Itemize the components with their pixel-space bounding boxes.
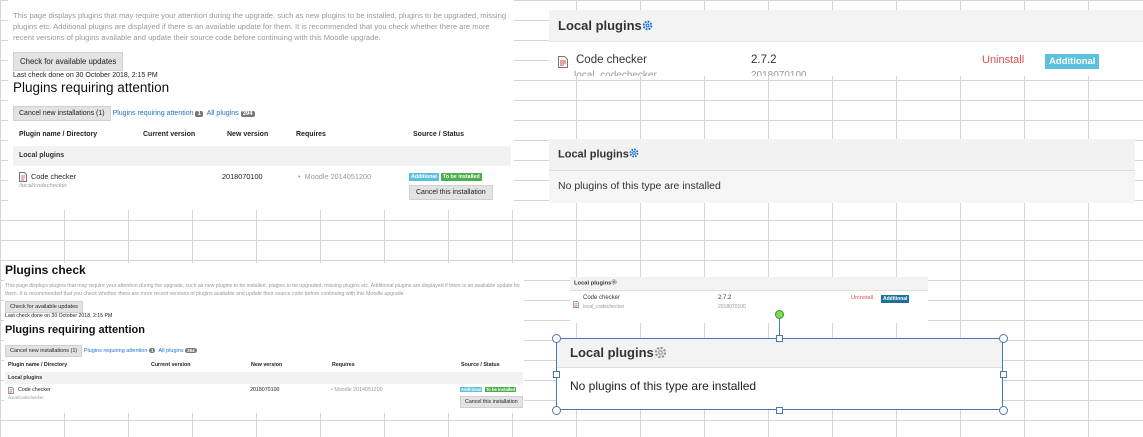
gear-icon[interactable]	[642, 19, 653, 34]
resize-handle-top[interactable]	[776, 335, 783, 342]
requires-text: Moodle 2014051200	[304, 172, 372, 181]
all-plugins-link[interactable]: All plugins	[159, 348, 184, 354]
gear-icon[interactable]	[629, 148, 639, 161]
additional-badge: Additional	[460, 387, 483, 392]
gear-icon[interactable]	[611, 279, 618, 287]
plugin-name: Code checker	[576, 54, 647, 66]
page-heading: Plugins requiring attention	[5, 324, 145, 336]
plugins-table-header: Plugin name / Directory Current version …	[13, 127, 513, 142]
intro-text: This page displays plugins that may requ…	[5, 283, 521, 297]
filter-bar: Cancel new installations (1) Plugins req…	[5, 345, 197, 357]
local-plugins-panel-small: Local plugins Code checker local_codeche…	[570, 277, 928, 323]
col-new-version: New version	[251, 361, 283, 368]
cancel-new-installations-button[interactable]: Cancel new installations (1)	[13, 106, 111, 121]
resize-handle-bottom-left[interactable]	[552, 406, 561, 415]
col-plugin-name: Plugin name / Directory	[19, 131, 98, 138]
document-icon	[558, 55, 568, 73]
document-icon	[573, 295, 579, 313]
page-title: Plugins check	[5, 263, 86, 277]
filter-bar: Cancel new installations (1) Plugins req…	[13, 106, 255, 121]
local-plugins-panel-installed: Local plugins Code checker local_codeche…	[549, 10, 1143, 76]
upgrade-screenshot-large: This page displays plugins that may requ…	[8, 0, 514, 210]
empty-message: No plugins of this type are installed	[570, 379, 757, 393]
to-be-installed-badge: To be installed	[485, 387, 517, 392]
plugin-dir: local_codechecker	[574, 70, 657, 76]
requires-item: • Moodle 2014051200	[298, 172, 372, 181]
empty-message: No plugins of this type are installed	[558, 180, 721, 192]
resize-handle-bottom[interactable]	[776, 407, 783, 414]
last-check-text: Last check done on 30 October 2018, 2:15…	[5, 313, 113, 319]
panel-header: Local plugins	[549, 139, 1135, 171]
col-new-version: New version	[227, 131, 269, 138]
plugin-name: Code checker	[18, 387, 51, 393]
additional-badge: Additional	[881, 295, 910, 303]
plugin-version-number: 2018070100	[751, 70, 807, 76]
uninstall-link[interactable]: Uninstall	[851, 295, 873, 301]
group-local-plugins: Local plugins	[5, 372, 523, 384]
upgrade-screenshot-small: Plugins check This page displays plugins…	[4, 263, 524, 413]
col-requires: Requires	[332, 361, 355, 368]
resize-handle-bottom-right[interactable]	[999, 406, 1008, 415]
panel-title: Local plugins	[558, 18, 642, 33]
panel-title: Local plugins	[570, 345, 654, 360]
page-heading: Plugins requiring attention	[13, 80, 170, 95]
requiring-attention-link[interactable]: Plugins requiring attention	[84, 348, 148, 354]
rotation-handle[interactable]	[775, 310, 784, 319]
requires-item: • Moodle 2014051200	[331, 387, 383, 393]
panel-title: Local plugins	[558, 148, 629, 161]
plugin-dir: local_codechecker	[583, 304, 625, 310]
cancel-installation-button[interactable]: Cancel this installation	[460, 396, 523, 408]
panel-header: Local plugins	[557, 339, 1002, 368]
to-be-installed-badge: To be installed	[441, 173, 482, 181]
check-updates-button[interactable]: Check for available updates	[5, 301, 83, 313]
plugin-version-number: 2018070100	[718, 304, 746, 310]
cancel-new-installations-button[interactable]: Cancel new installations (1)	[5, 345, 83, 357]
intro-text: This page displays plugins that may requ…	[13, 11, 507, 42]
selected-image-shape[interactable]: Local plugins No plugins of this type ar…	[556, 338, 1003, 410]
col-current-version: Current version	[143, 131, 196, 138]
all-plugins-link[interactable]: All plugins	[207, 110, 239, 117]
cancel-installation-button[interactable]: Cancel this installation	[409, 185, 493, 200]
all-plugins-count: 394	[185, 348, 197, 353]
resize-handle-top-left[interactable]	[552, 334, 561, 343]
uninstall-link[interactable]: Uninstall	[982, 54, 1024, 66]
panel-header: Local plugins	[570, 277, 928, 291]
group-local-plugins: Local plugins	[13, 146, 511, 166]
col-requires: Requires	[296, 131, 326, 138]
plugin-dir: /local/codechecker	[19, 183, 68, 189]
check-updates-button[interactable]: Check for available updates	[13, 52, 124, 71]
requires-text: Moodle 2014051200	[334, 387, 383, 393]
plugin-release: 2.7.2	[718, 295, 732, 301]
new-version: 2018070100	[222, 172, 263, 181]
additional-badge: Additional	[409, 173, 439, 181]
last-check-text: Last check done on 30 October 2018, 2:15…	[13, 72, 158, 79]
col-current-version: Current version	[151, 361, 191, 368]
new-version: 2018070100	[250, 387, 280, 393]
local-plugins-panel-empty: Local plugins No plugins of this type ar…	[549, 139, 1135, 203]
resize-handle-left[interactable]	[553, 371, 560, 378]
plugins-table-header: Plugin name / Directory Current version …	[5, 359, 524, 370]
gear-icon[interactable]	[654, 346, 667, 362]
plugin-name: Code checker	[583, 295, 621, 301]
all-plugins-count: 394	[240, 111, 255, 117]
requiring-attention-count: 1	[195, 111, 203, 117]
plugin-name: Code checker	[31, 172, 77, 181]
requiring-attention-link[interactable]: Plugins requiring attention	[113, 110, 194, 117]
additional-badge: Additional	[1045, 54, 1100, 69]
panel-header: Local plugins	[549, 10, 1143, 42]
resize-handle-top-right[interactable]	[999, 334, 1008, 343]
plugin-release: 2.7.2	[751, 54, 777, 66]
plugin-dir: /local/codechecker	[8, 395, 44, 400]
requiring-attention-count: 1	[148, 348, 156, 353]
col-plugin-name: Plugin name / Directory	[8, 361, 68, 368]
col-source-status: Source / Status	[461, 361, 500, 368]
resize-handle-right[interactable]	[1000, 371, 1007, 378]
col-source-status: Source / Status	[413, 131, 464, 138]
panel-title: Local plugins	[574, 280, 612, 287]
